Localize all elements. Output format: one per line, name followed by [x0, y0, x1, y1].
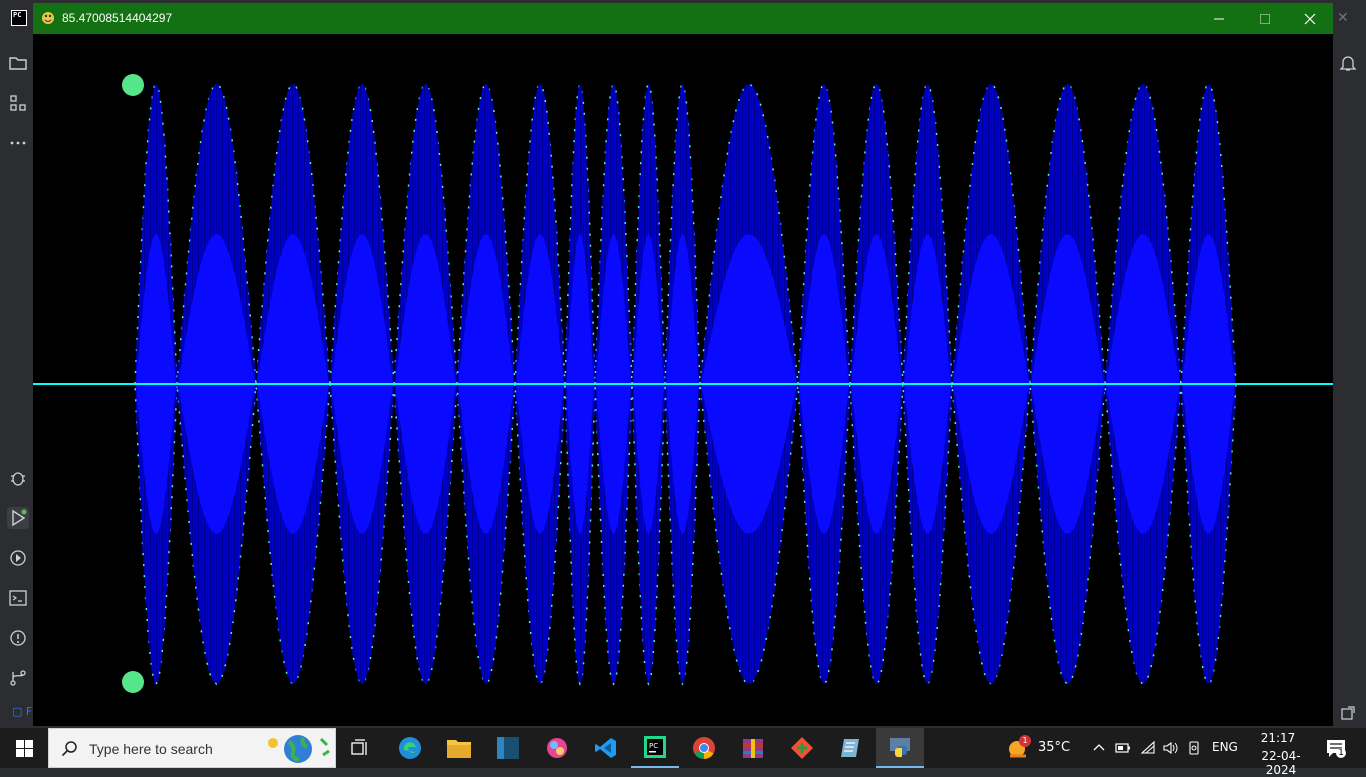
- task-view-icon: [351, 739, 367, 755]
- more-icon[interactable]: [7, 132, 29, 154]
- search-placeholder: Type here to search: [89, 741, 213, 757]
- pygame-window: 85.47008514404297: [33, 3, 1333, 726]
- git-gui-icon: [791, 737, 813, 759]
- edge-icon: [399, 737, 421, 759]
- taskbar-chrome[interactable]: [680, 728, 728, 768]
- app-panel-icon: [497, 737, 519, 759]
- windows-taskbar: Type here to search PC 1 35°C ENG 21:17 …: [0, 728, 1366, 777]
- camera-privacy-icon[interactable]: [1187, 740, 1203, 756]
- minimize-button[interactable]: [1196, 3, 1242, 34]
- search-icon: [61, 741, 77, 757]
- wifi-icon[interactable]: [1140, 740, 1156, 756]
- volume-icon[interactable]: [1162, 740, 1178, 756]
- services-icon[interactable]: [7, 547, 29, 569]
- close-icon: [1304, 13, 1316, 24]
- bottom-drag-handle[interactable]: [122, 671, 144, 693]
- system-tray: 1 35°C ENG 21:17 22-04-2024 1: [1000, 728, 1366, 777]
- taskbar-app-dark[interactable]: [484, 728, 532, 768]
- taskbar-winrar[interactable]: [729, 728, 777, 768]
- pygame-snake-icon: [42, 12, 54, 24]
- pycharm-icon: PC: [644, 736, 666, 758]
- ide-status-label: ▢ F: [12, 705, 33, 718]
- taskbar-file-explorer[interactable]: [435, 728, 483, 768]
- waveform-visualization: [33, 74, 1333, 693]
- weather-temperature[interactable]: 35°C: [1038, 740, 1070, 755]
- winrar-icon: [743, 739, 763, 758]
- clock-time[interactable]: 21:17: [1243, 731, 1313, 745]
- run-icon[interactable]: [7, 507, 29, 529]
- waveform-canvas[interactable]: [33, 34, 1333, 726]
- taskbar-paint[interactable]: [533, 728, 581, 768]
- svg-text:PC: PC: [649, 742, 658, 750]
- vscode-icon: [595, 738, 616, 758]
- task-view-button[interactable]: [336, 728, 384, 768]
- window-title-bar[interactable]: 85.47008514404297: [33, 3, 1333, 34]
- taskbar-notepad[interactable]: [827, 728, 875, 768]
- maximize-icon: [1260, 13, 1270, 24]
- pycharm-logo-icon: PC: [11, 10, 27, 26]
- start-button[interactable]: [0, 728, 48, 768]
- chrome-icon: [693, 737, 715, 759]
- taskbar-edge[interactable]: [386, 728, 434, 768]
- taskbar-pycharm[interactable]: PC: [631, 728, 679, 768]
- python-icon: [890, 738, 910, 757]
- close-button[interactable]: [1287, 3, 1333, 34]
- show-hidden-icons-chevron-icon[interactable]: [1091, 740, 1107, 756]
- notification-count-badge: 1: [1336, 748, 1346, 758]
- earth-day-globe-icon: [268, 735, 330, 763]
- maximize-button[interactable]: [1242, 3, 1288, 34]
- folder-icon: [447, 740, 471, 758]
- problems-icon[interactable]: [7, 627, 29, 649]
- input-language[interactable]: ENG: [1212, 740, 1238, 754]
- windows-logo-icon: [15, 739, 33, 757]
- top-drag-handle[interactable]: [122, 74, 144, 96]
- structure-icon[interactable]: [7, 92, 29, 114]
- debug-icon[interactable]: [7, 467, 29, 489]
- expand-icon[interactable]: [1337, 702, 1359, 724]
- notepad-icon: [841, 739, 859, 757]
- minimize-icon: [1214, 18, 1224, 19]
- window-title: 85.47008514404297: [62, 11, 173, 25]
- ide-close-icon[interactable]: ✕: [1337, 10, 1349, 26]
- notifications-bell-icon[interactable]: [1337, 52, 1359, 74]
- battery-icon[interactable]: [1115, 740, 1131, 756]
- paint-icon: [547, 738, 567, 758]
- weather-alert-badge: 1: [1019, 735, 1031, 747]
- clock-date[interactable]: 22-04-2024: [1247, 749, 1315, 777]
- git-icon[interactable]: [7, 667, 29, 689]
- terminal-icon[interactable]: [7, 587, 29, 609]
- taskbar-python[interactable]: [876, 728, 924, 768]
- taskbar-vscode[interactable]: [582, 728, 630, 768]
- ide-right-toolbar: [1333, 34, 1366, 726]
- taskbar-search-box[interactable]: Type here to search: [48, 728, 336, 768]
- project-folder-icon[interactable]: [7, 52, 29, 74]
- taskbar-git[interactable]: [778, 728, 826, 768]
- ide-left-toolbar: [0, 34, 33, 726]
